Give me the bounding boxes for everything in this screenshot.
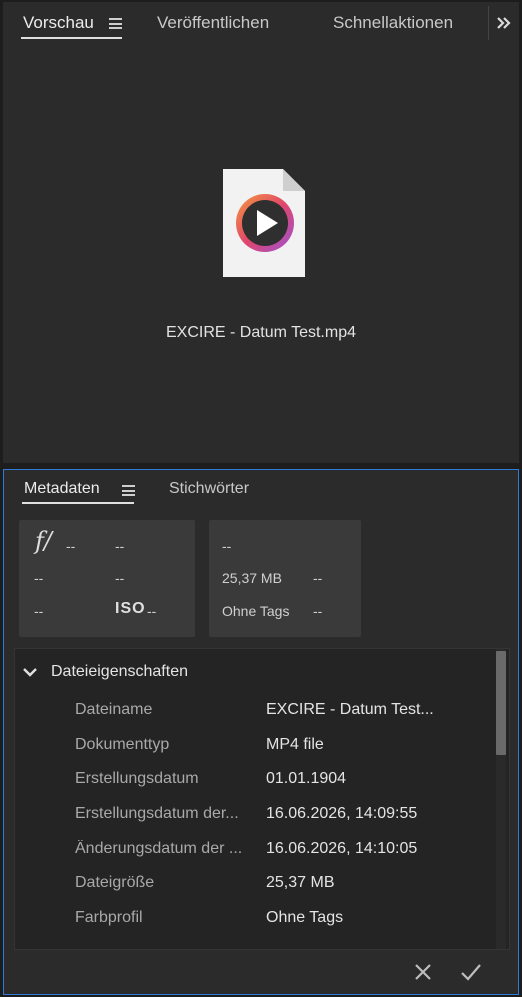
more-tabs-chevron-icon[interactable] [488,6,518,40]
property-label: Dokumenttyp [75,736,170,753]
panel-menu-icon[interactable] [122,485,135,496]
property-value[interactable]: 16.06.2026, 14:10:05 [266,840,451,858]
tab-stichwoerter[interactable]: Stichwörter [169,480,249,498]
property-value[interactable]: MP4 file [266,736,451,754]
property-row: Erstellungsdatum 01.01.1904 [15,770,495,800]
property-row: Dateigröße 25,37 MB [15,874,495,904]
preview-panel: Vorschau Veröffentlichen Schnellaktionen [3,2,519,463]
property-label: Dateiname [75,701,153,718]
close-icon [415,964,431,980]
active-tab-indicator [21,37,122,39]
property-value[interactable]: 25,37 MB [266,874,451,892]
color-profile-extra-value: -- [313,603,323,619]
property-label: Erstellungsdatum [75,770,199,787]
dimensions-value: -- [222,538,232,554]
metadata-panel: Metadaten Stichwörter f/ -- -- -- -- -- … [3,469,519,995]
chevron-down-icon[interactable] [23,667,43,677]
property-label: Erstellungsdatum der... [75,805,239,822]
file-properties-title: Dateieigenschaften [51,663,188,680]
apply-button[interactable] [457,958,485,986]
property-value[interactable]: Ohne Tags [266,909,451,927]
property-row: Dateiname EXCIRE - Datum Test... [15,701,495,731]
property-row: Farbprofil Ohne Tags [15,909,495,939]
scrollbar-thumb[interactable] [496,651,506,755]
video-file-icon [221,167,307,279]
camera-settings-card: f/ -- -- -- -- -- ISO -- [19,520,195,637]
aperture-value: -- [66,538,76,554]
file-properties-header[interactable]: Dateieigenschaften [23,659,188,685]
aperture-icon: f/ [35,527,52,555]
file-size-extra-value: -- [313,570,323,586]
file-properties-section: Dateieigenschaften Dateiname EXCIRE - Da… [14,648,510,950]
property-value[interactable]: 16.06.2026, 14:09:55 [266,805,451,823]
panel-menu-icon[interactable] [109,18,122,29]
active-tab-indicator [22,502,134,504]
shutter-value: -- [115,538,125,554]
checkmark-icon [461,964,481,981]
iso-icon: ISO [115,600,146,617]
property-label: Dateigröße [75,874,155,891]
tab-veroeffentlichen[interactable]: Veröffentlichen [157,13,269,33]
preview-tabbar: Vorschau Veröffentlichen Schnellaktionen [3,2,519,42]
color-profile-value: Ohne Tags [222,603,290,619]
property-row: Dokumenttyp MP4 file [15,736,495,766]
cancel-button[interactable] [409,958,437,986]
focal-length-value: -- [115,570,125,586]
tab-schnellaktionen[interactable]: Schnellaktionen [333,13,453,33]
property-value[interactable]: 01.01.1904 [266,770,451,788]
file-info-card: -- 25,37 MB -- Ohne Tags -- [209,520,361,637]
scrollbar[interactable] [496,649,506,949]
property-row: Änderungsdatum der ... 16.06.2026, 14:10… [15,840,495,870]
property-label: Änderungsdatum der ... [75,840,243,857]
flash-value: -- [34,603,44,619]
iso-value: -- [147,603,157,619]
tab-metadaten[interactable]: Metadaten [24,480,100,498]
property-row: Erstellungsdatum der... 16.06.2026, 14:0… [15,805,495,835]
property-value[interactable]: EXCIRE - Datum Test... [266,701,451,719]
tab-vorschau[interactable]: Vorschau [23,13,94,33]
exposure-comp-value: -- [34,570,44,586]
file-size-value: 25,37 MB [222,570,282,586]
property-label: Farbprofil [75,909,143,926]
preview-file-name: EXCIRE - Datum Test.mp4 [166,324,356,341]
